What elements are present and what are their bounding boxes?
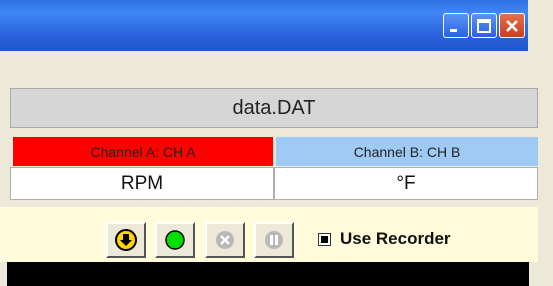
record-icon — [165, 230, 185, 250]
download-icon — [115, 229, 137, 251]
channel-a-unit-text: RPM — [120, 172, 164, 194]
use-recorder-toggle[interactable]: Use Recorder — [318, 229, 451, 249]
maximize-button[interactable] — [471, 13, 497, 38]
record-button[interactable] — [155, 222, 195, 258]
channel-a-header: Channel A: CH A — [13, 137, 273, 166]
minimize-icon — [450, 28, 457, 32]
display-panel — [7, 262, 529, 286]
channel-a-unit: RPM — [10, 167, 274, 200]
title-bar-edge — [528, 0, 553, 51]
channel-a-label: Channel A: CH A — [90, 143, 196, 160]
close-icon — [506, 19, 518, 32]
window-edge — [538, 56, 553, 286]
channel-b-header: Channel B: CH B — [276, 137, 538, 166]
download-button[interactable] — [106, 222, 146, 258]
minimize-button[interactable] — [443, 13, 469, 38]
close-button[interactable] — [499, 13, 525, 38]
stop-button[interactable] — [205, 222, 245, 258]
channel-b-label: Channel B: CH B — [353, 143, 461, 160]
pause-icon — [265, 231, 283, 249]
stop-icon — [216, 231, 234, 249]
pause-button[interactable] — [254, 222, 294, 258]
channel-table: Channel A: CH A Channel B: CH B RPM °F — [10, 134, 538, 202]
channel-b-unit: °F — [274, 167, 538, 200]
use-recorder-label: Use Recorder — [340, 229, 451, 248]
file-name-display: data.DAT — [10, 88, 538, 128]
maximize-icon — [477, 18, 491, 33]
use-recorder-checkbox[interactable] — [318, 232, 331, 246]
channel-b-unit-text: °F — [396, 172, 416, 194]
checkbox-mark-icon — [321, 235, 328, 243]
file-name: data.DAT — [232, 96, 316, 119]
recorder-toolbar: Use Recorder — [0, 207, 538, 262]
